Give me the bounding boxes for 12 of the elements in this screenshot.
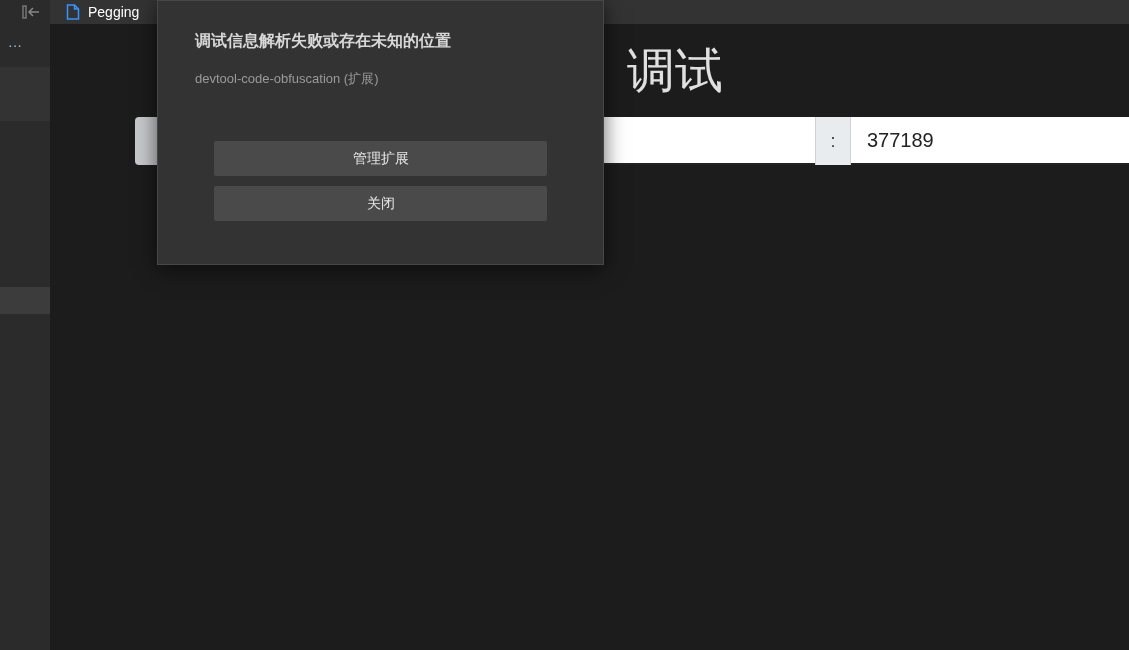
dialog-button[interactable]: 关闭 bbox=[214, 185, 547, 221]
dialog-title: 调试信息解析失败或存在未知的位置 bbox=[195, 31, 452, 51]
dialog-source: devtool-code-obfuscation (扩展) bbox=[195, 70, 380, 88]
more-button[interactable]: ··· bbox=[8, 35, 22, 56]
value-field[interactable]: 377189 bbox=[851, 117, 1129, 165]
page-heading: 调试 bbox=[627, 43, 723, 99]
dialog-button[interactable]: 管理扩展 bbox=[214, 140, 547, 176]
sidebar-item[interactable] bbox=[0, 287, 50, 314]
editor-tab[interactable]: Pegging bbox=[88, 1, 140, 23]
collapse-panel-icon[interactable] bbox=[22, 5, 40, 19]
separator-addon: : bbox=[815, 117, 851, 165]
file-icon bbox=[66, 4, 80, 20]
